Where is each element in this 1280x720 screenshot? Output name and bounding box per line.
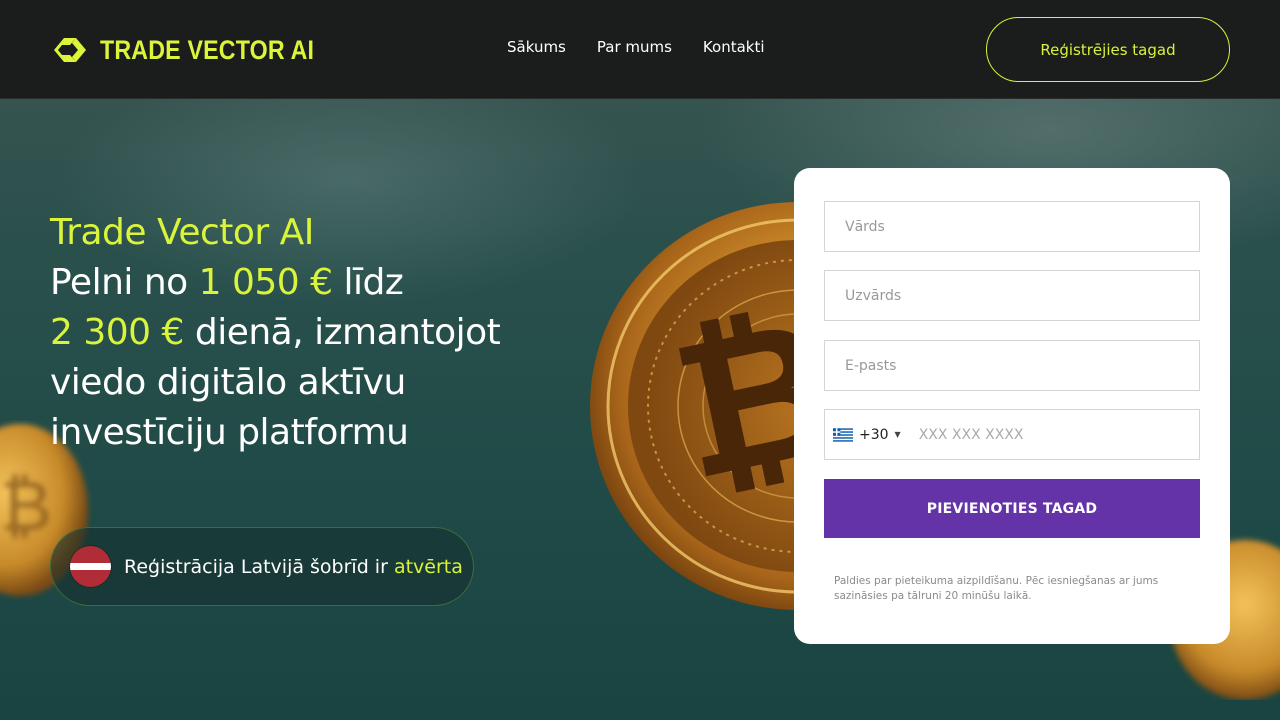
phone-placeholder: XXX XXX XXXX bbox=[918, 426, 1024, 443]
form-note: Paldies par pieteikuma aizpildīšanu. Pēc… bbox=[834, 575, 1159, 602]
join-now-button[interactable]: PIEVIENOTIES TAGAD bbox=[824, 479, 1200, 538]
signup-form: Vārds Uzvārds E-pasts +30 ▼ XXX XXX XXXX… bbox=[794, 168, 1230, 644]
last-name-placeholder: Uzvārds bbox=[845, 287, 902, 304]
hero-max-amount: 2 300 € bbox=[50, 312, 184, 353]
hero-headline: Trade Vector AI Pelni no 1 050 € līdz 2 … bbox=[50, 208, 610, 458]
hero-line-1: Pelni no 1 050 € līdz bbox=[50, 258, 610, 308]
email-placeholder: E-pasts bbox=[845, 357, 897, 374]
greece-flag-icon bbox=[833, 427, 853, 442]
email-field[interactable]: E-pasts bbox=[824, 340, 1200, 391]
svg-text:₿: ₿ bbox=[0, 465, 52, 547]
phone-country-select[interactable]: +30 ▼ bbox=[833, 427, 901, 443]
hero-line-2-text: dienā, izmantojot bbox=[183, 312, 501, 353]
brand-name: TRADE VECTOR AI bbox=[100, 34, 315, 65]
registration-status-badge: Reģistrācija Latvijā šobrīd ir atvērta bbox=[50, 527, 474, 606]
registration-label: Reģistrācija Latvijā šobrīd ir bbox=[124, 555, 394, 578]
bitcoin-coin-image: ₿ bbox=[590, 202, 808, 610]
nav-link-home[interactable]: Sākums bbox=[507, 38, 566, 56]
first-name-field[interactable]: Vārds bbox=[824, 201, 1200, 252]
hero-line-2: 2 300 € dienā, izmantojot bbox=[50, 308, 610, 358]
logo-icon bbox=[54, 38, 86, 62]
site-header: TRADE VECTOR AI Sākums Par mums Kontakti… bbox=[0, 0, 1280, 99]
first-name-placeholder: Vārds bbox=[845, 218, 885, 235]
latvia-flag-icon bbox=[70, 546, 111, 587]
hero-line-1-text: Pelni no bbox=[50, 262, 199, 303]
registration-status-text: Reģistrācija Latvijā šobrīd ir atvērta bbox=[124, 556, 463, 578]
hero-min-amount: 1 050 € bbox=[198, 262, 333, 303]
nav-link-contacts[interactable]: Kontakti bbox=[703, 38, 765, 56]
brand-logo[interactable]: TRADE VECTOR AI bbox=[50, 34, 349, 66]
chevron-down-icon: ▼ bbox=[894, 430, 901, 439]
phone-field[interactable]: +30 ▼ XXX XXX XXXX bbox=[824, 409, 1200, 460]
last-name-field[interactable]: Uzvārds bbox=[824, 270, 1200, 321]
register-now-button[interactable]: Reģistrējies tagad bbox=[986, 17, 1230, 82]
nav-link-about[interactable]: Par mums bbox=[597, 38, 672, 56]
registration-status-value: atvērta bbox=[393, 555, 463, 578]
main-nav: Sākums Par mums Kontakti bbox=[507, 38, 765, 56]
hero-line-1-suffix: līdz bbox=[332, 262, 404, 303]
hero-title: Trade Vector AI bbox=[50, 212, 314, 253]
hero-line-3: viedo digitālo aktīvu bbox=[50, 362, 406, 403]
hero-line-4: investīciju platformu bbox=[50, 412, 409, 453]
phone-country-code: +30 bbox=[859, 426, 889, 443]
